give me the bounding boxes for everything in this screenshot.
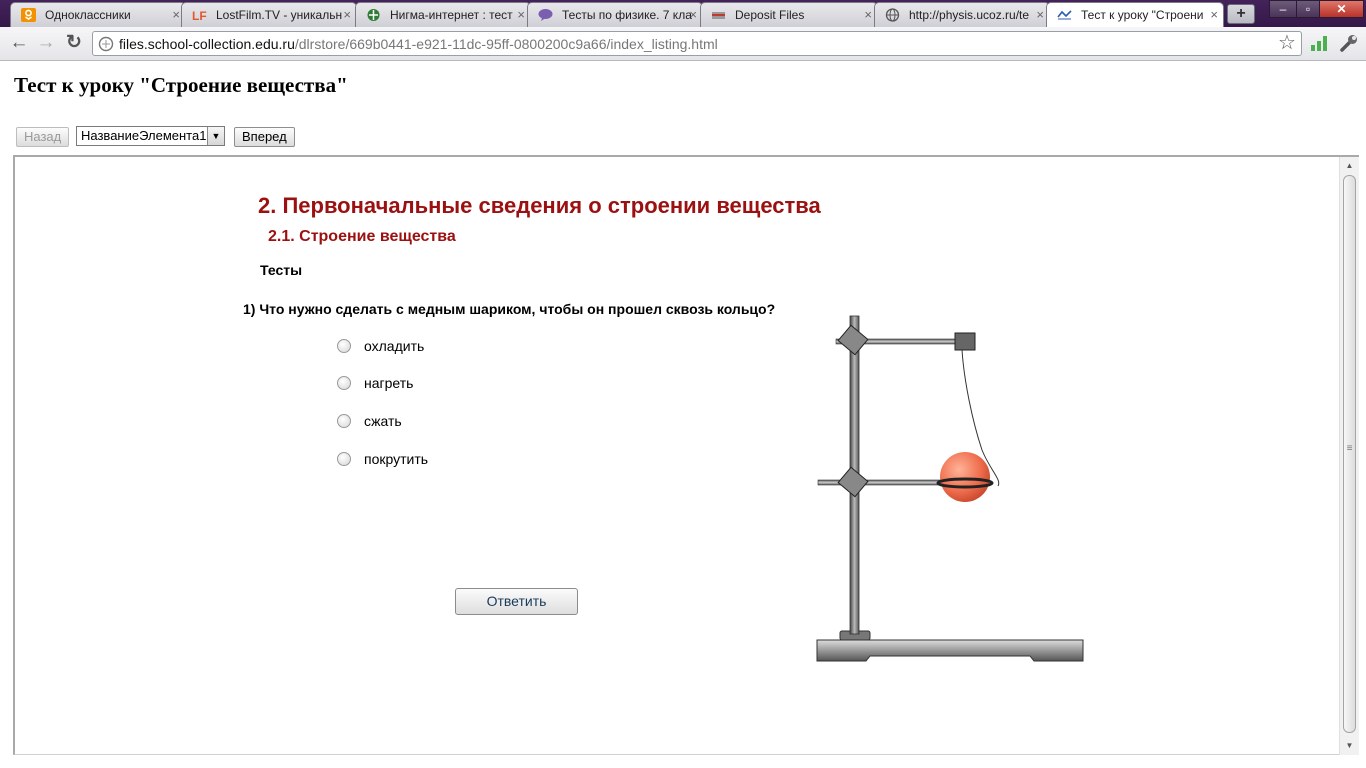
tab-nigma[interactable]: Нигма-интернет : тест × <box>355 2 531 27</box>
tab-close-icon[interactable]: × <box>517 3 525 27</box>
odnoklassniki-icon <box>21 8 36 22</box>
tab-title: Одноклассники <box>45 8 131 22</box>
lesson-title: 2. Первоначальные сведения о строении ве… <box>258 193 821 218</box>
wrench-icon[interactable] <box>1339 33 1359 53</box>
tab-title: Тест к уроку "Строени <box>1081 8 1204 22</box>
globe-icon <box>885 8 900 22</box>
scroll-down-arrow-icon[interactable]: ▼ <box>1340 739 1359 753</box>
answer-button[interactable]: Ответить <box>455 588 578 615</box>
tab-physis-ucoz[interactable]: http://physis.ucoz.ru/te × <box>874 2 1050 27</box>
tab-close-icon[interactable]: × <box>1210 3 1218 27</box>
minimize-button[interactable]: – <box>1269 0 1297 18</box>
tab-close-icon[interactable]: × <box>1036 3 1044 27</box>
url-text[interactable]: files.school-collection.edu.ru/dlrstore/… <box>119 32 718 56</box>
vertical-scrollbar[interactable]: ▲ ≡ ▼ <box>1339 157 1359 755</box>
upper-clamp-block <box>954 332 976 351</box>
page-info-icon[interactable] <box>98 36 114 52</box>
radio-button[interactable] <box>337 414 351 428</box>
url-host: files.school-collection.edu.ru <box>119 36 295 52</box>
back-button[interactable]: Назад <box>16 127 70 147</box>
tab-close-icon[interactable]: × <box>343 3 351 27</box>
tab-odnoklassniki[interactable]: Одноклассники × <box>10 2 186 27</box>
lostfilm-icon: LF <box>192 9 207 22</box>
tab-deposit-files[interactable]: Deposit Files × <box>700 2 878 27</box>
reload-icon[interactable]: ↻ <box>63 33 85 53</box>
back-arrow-icon[interactable]: ← <box>8 33 30 53</box>
tab-close-icon[interactable]: × <box>864 3 872 27</box>
lesson-subtitle: 2.1. Строение вещества <box>268 228 456 245</box>
page-icon <box>1057 10 1072 20</box>
scroll-thumb[interactable]: ≡ <box>1343 175 1356 733</box>
copper-ball <box>940 452 990 502</box>
forward-button[interactable]: Вперед <box>234 127 295 147</box>
page-title: Тест к уроку "Строение вещества" <box>14 73 348 97</box>
tab-active-lesson-test[interactable]: Тест к уроку "Строени × <box>1046 2 1224 27</box>
chat-bubble-icon <box>538 9 553 21</box>
browser-toolbar: ← → ↻ files.school-collection.edu.ru/dlr… <box>0 27 1366 61</box>
element-select[interactable]: НазваниеЭлемента1 ▼ <box>76 126 225 146</box>
radio-button[interactable] <box>337 376 351 390</box>
option-label: сжать <box>364 413 402 429</box>
question-text: 1) Что нужно сделать с медным шариком, ч… <box>243 301 776 317</box>
new-tab-button[interactable]: + <box>1227 4 1255 24</box>
radio-button[interactable] <box>337 339 351 353</box>
upper-clamp <box>837 324 869 356</box>
scroll-up-arrow-icon[interactable]: ▲ <box>1340 159 1359 173</box>
option-label: покрутить <box>364 451 429 467</box>
tab-close-icon[interactable]: × <box>689 3 697 27</box>
option-label: охладить <box>364 338 425 354</box>
address-bar[interactable]: files.school-collection.edu.ru/dlrstore/… <box>92 31 1302 56</box>
tab-title: http://physis.ucoz.ru/te <box>909 8 1030 22</box>
nigma-icon <box>367 9 380 21</box>
url-path: /dlrstore/669b0441-e921-11dc-95ff-080020… <box>294 36 718 52</box>
tab-title: Тесты по физике. 7 кла <box>562 8 692 22</box>
stand-base <box>816 639 1084 662</box>
tab-lostfilm[interactable]: LF LostFilm.TV - уникальн × <box>181 2 357 27</box>
deposit-files-icon <box>712 12 725 19</box>
tests-label: Тесты <box>260 262 303 278</box>
chevron-down-icon[interactable]: ▼ <box>207 127 224 145</box>
svg-text:LF: LF <box>192 9 207 22</box>
tab-physics-tests[interactable]: Тесты по физике. 7 кла × <box>527 2 703 27</box>
signal-bars-icon[interactable] <box>1310 34 1328 52</box>
maximize-button[interactable]: ▫ <box>1296 0 1320 18</box>
lower-clamp <box>837 466 869 498</box>
tab-title: LostFilm.TV - уникальн <box>216 8 343 22</box>
close-window-button[interactable]: ✕ <box>1319 0 1364 18</box>
bookmark-star-icon[interactable]: ☆ <box>1278 30 1296 55</box>
tab-title: Deposit Files <box>735 8 805 22</box>
option-label: нагреть <box>364 375 414 391</box>
tab-close-icon[interactable]: × <box>172 3 180 27</box>
tab-strip: Одноклассники × LF LostFilm.TV - уникаль… <box>0 0 1366 27</box>
forward-arrow-icon[interactable]: → <box>35 33 57 53</box>
tab-title: Нигма-интернет : тест <box>390 8 513 22</box>
element-select-value: НазваниеЭлемента1 <box>81 128 207 143</box>
scroll-grip-icon: ≡ <box>1346 443 1353 454</box>
lab-stand-illustration <box>816 315 1084 662</box>
content-frame <box>13 155 1359 755</box>
radio-button[interactable] <box>337 452 351 466</box>
